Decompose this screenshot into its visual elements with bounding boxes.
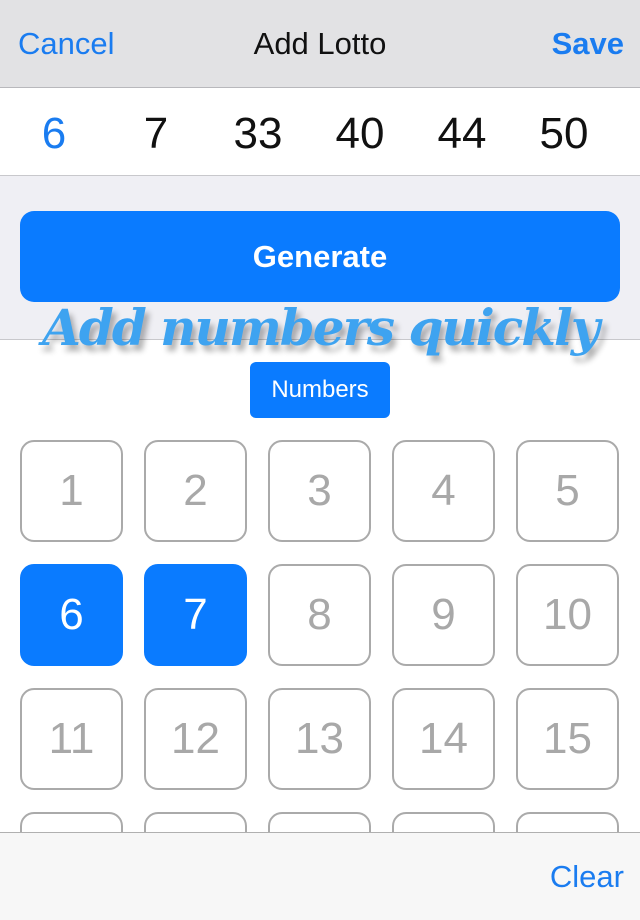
number-cell-15[interactable]: 15: [516, 688, 619, 790]
number-cell-2[interactable]: 2: [144, 440, 247, 542]
selected-number: 7: [143, 109, 169, 158]
number-cell-7[interactable]: 7: [144, 564, 247, 666]
number-cell-12[interactable]: 12: [144, 688, 247, 790]
number-cell-9[interactable]: 9: [392, 564, 495, 666]
selected-number: 50: [539, 109, 589, 158]
bottom-toolbar: Clear: [0, 832, 640, 920]
numbers-tab-button[interactable]: Numbers: [250, 362, 390, 418]
selected-numbers-row: 6 7 33 40 44 50: [0, 89, 640, 176]
save-button[interactable]: Save: [552, 26, 624, 62]
number-cell-6[interactable]: 6: [20, 564, 123, 666]
number-cell-1[interactable]: 1: [20, 440, 123, 542]
number-cell-13[interactable]: 13: [268, 688, 371, 790]
number-cell-8[interactable]: 8: [268, 564, 371, 666]
number-cell-3[interactable]: 3: [268, 440, 371, 542]
number-cell-20[interactable]: 20: [516, 812, 619, 832]
page-title: Add Lotto: [253, 26, 387, 61]
number-cell-10[interactable]: 10: [516, 564, 619, 666]
number-cell-11[interactable]: 11: [20, 688, 123, 790]
generate-button[interactable]: Generate: [20, 211, 620, 302]
number-cell-19[interactable]: 19: [392, 812, 495, 832]
number-cell-5[interactable]: 5: [516, 440, 619, 542]
number-cell-4[interactable]: 4: [392, 440, 495, 542]
number-cell-17[interactable]: 17: [144, 812, 247, 832]
navigation-bar: Cancel Add Lotto Save: [0, 0, 640, 88]
number-cell-14[interactable]: 14: [392, 688, 495, 790]
promo-caption: Add numbers quickly: [42, 298, 600, 357]
selected-number: 33: [233, 109, 283, 158]
number-cell-18[interactable]: 18: [268, 812, 371, 832]
number-grid: 1234567891011121314151617181920: [20, 440, 620, 832]
number-cell-16[interactable]: 16: [20, 812, 123, 832]
selected-number: 6: [41, 109, 67, 158]
selected-number: 44: [437, 109, 487, 158]
selected-number: 40: [335, 109, 385, 158]
clear-button[interactable]: Clear: [550, 859, 624, 895]
